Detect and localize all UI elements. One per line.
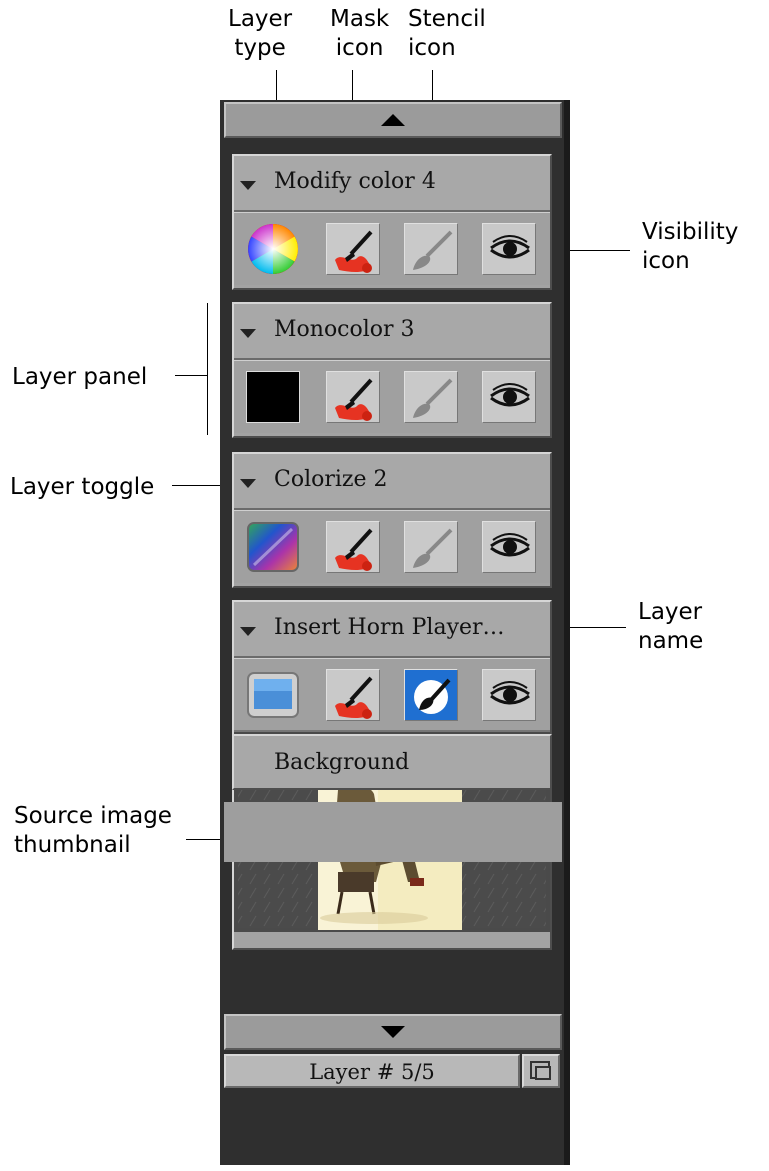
annotation-text: Layer panel [12,364,148,390]
scroll-up-button[interactable] [224,102,562,138]
color-wheel-icon[interactable] [246,223,300,275]
brush-grey-icon[interactable] [404,223,458,275]
eye-icon[interactable] [482,371,536,423]
layer-header[interactable]: Colorize 2 [234,454,550,510]
leader-line [175,375,207,376]
layer-header[interactable]: Insert Horn Player… [234,602,550,658]
annotation-visibility-icon: Visibility icon [642,218,738,276]
eye-icon[interactable] [482,521,536,573]
layer-toggle-icon[interactable] [240,181,256,190]
annotation-text: Mask [330,6,390,32]
layer-toggle-icon[interactable] [240,479,256,488]
annotation-layer-type: Layer type [228,5,292,63]
brush-paint-icon[interactable] [326,371,380,423]
palette-edge [564,100,570,1165]
annotation-text: name [638,628,704,654]
colorize-gradient-icon[interactable] [246,521,300,573]
brush-paint-icon[interactable] [326,669,380,721]
layer-count-label: Layer # 5/5 [309,1060,435,1084]
annotation-text: thumbnail [14,832,131,858]
layer-icon-row [234,212,550,285]
palette-empty-area [224,802,562,862]
annotation-text: Layer [228,6,293,32]
layer-toggle-icon[interactable] [240,329,256,338]
eye-icon[interactable] [482,223,536,275]
annotation-stencil-icon: Stencil icon [408,5,486,63]
annotation-text: icon [408,35,456,61]
annotation-layer-panel: Layer panel [12,363,147,392]
triangle-up-icon [381,114,405,126]
annotation-layer-toggle: Layer toggle [10,473,154,502]
black-swatch-icon[interactable] [246,371,300,423]
annotation-source-thumbnail: Source image thumbnail [14,802,172,860]
background-layer[interactable]: Background [232,734,552,790]
annotation-mask-icon: Mask icon [330,5,389,63]
annotation-layer-name: Layer name [638,598,703,656]
layer-icon-row [234,510,550,583]
leader-line [207,303,208,435]
annotation-text: icon [642,248,690,274]
annotation-text: Layer toggle [10,474,155,500]
window-icon[interactable] [522,1054,560,1088]
brush-paint-icon[interactable] [326,223,380,275]
triangle-down-icon [381,1026,405,1038]
brush-grey-icon[interactable] [404,521,458,573]
insert-image-icon[interactable] [246,669,300,721]
layer-icon-row [234,658,550,731]
stencil-active-icon[interactable] [404,669,458,721]
layer-status-bar: Layer # 5/5 [224,1054,520,1088]
brush-paint-icon[interactable] [326,521,380,573]
annotation-text: Layer [638,599,703,625]
background-label: Background [274,750,410,775]
layer-panel-colorize[interactable]: Colorize 2 [232,452,552,588]
layer-header[interactable]: Modify color 4 [234,156,550,212]
layer-toggle-icon[interactable] [240,627,256,636]
annotation-text: Stencil [408,6,486,32]
layer-panel-modify-color[interactable]: Modify color 4 [232,154,552,290]
brush-grey-icon[interactable] [404,371,458,423]
eye-icon[interactable] [482,669,536,721]
layer-icon-row [234,360,550,433]
layer-header[interactable]: Monocolor 3 [234,304,550,360]
annotation-text: Source image [14,803,172,829]
layer-name[interactable]: Modify color 4 [274,169,436,194]
annotation-text: type [234,35,286,61]
annotation-text: icon [335,35,384,61]
layer-panel-monocolor[interactable]: Monocolor 3 [232,302,552,438]
annotation-text: Visibility [642,219,739,245]
layers-palette: Modify color 4 Monocolor 3 Colorize 2 In… [220,100,570,1165]
layer-name[interactable]: Monocolor 3 [274,317,415,342]
layer-name[interactable]: Colorize 2 [274,467,388,492]
scroll-down-button[interactable] [224,1014,562,1050]
layer-name[interactable]: Insert Horn Player… [274,615,505,640]
